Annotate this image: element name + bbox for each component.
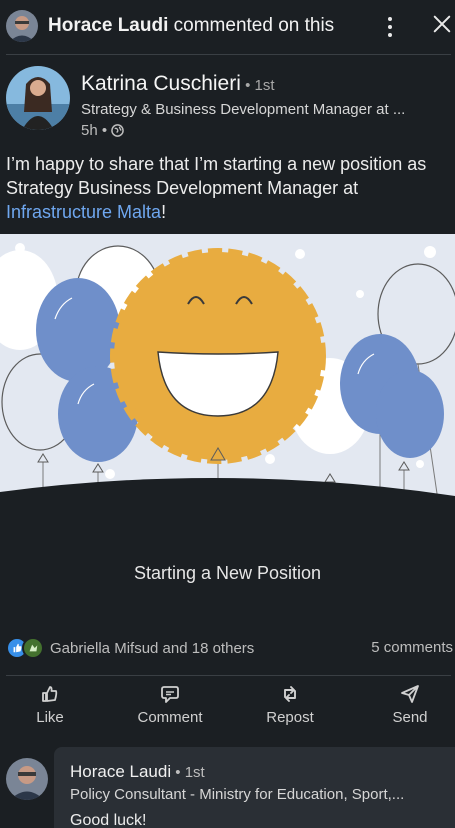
speech-bubble-icon xyxy=(161,686,179,703)
company-link[interactable]: Infrastructure Malta xyxy=(6,202,161,222)
comment-author-headline: Policy Consultant - Ministry for Educati… xyxy=(70,786,405,803)
comment-author-avatar[interactable] xyxy=(6,758,48,800)
send-button[interactable]: Send xyxy=(365,684,455,734)
new-position-illustration[interactable] xyxy=(0,234,455,524)
notification-title: Horace Laudi commented on this xyxy=(48,15,334,37)
kebab-icon[interactable] xyxy=(380,14,400,40)
commenter-name[interactable]: Horace Laudi xyxy=(48,15,168,36)
thumbs-up-icon xyxy=(42,686,58,702)
notification-header: Horace Laudi commented on this xyxy=(0,0,455,54)
comment-author-name[interactable]: Horace Laudi • 1st xyxy=(70,762,205,782)
globe-icon xyxy=(111,124,124,137)
comment-button[interactable]: Comment xyxy=(125,684,215,734)
post-meta: 5h • xyxy=(81,122,124,139)
divider xyxy=(6,675,451,676)
connection-degree: • 1st xyxy=(171,764,205,781)
repost-arrows-icon xyxy=(284,686,296,702)
comments-count[interactable]: 5 comments xyxy=(371,639,453,656)
like-button[interactable]: Like xyxy=(5,684,95,734)
comment-text: Good luck! xyxy=(70,812,147,828)
notification-action: commented on this xyxy=(168,15,335,36)
reactors-text[interactable]: Gabriella Mifsud and 18 others xyxy=(50,640,254,657)
celebrate-reaction-icon xyxy=(22,637,44,659)
comment-label: Comment xyxy=(137,709,203,726)
action-bar: Like Comment Repost Send xyxy=(0,684,455,734)
author-headline: Strategy & Business Development Manager … xyxy=(81,101,406,118)
commenter-avatar[interactable] xyxy=(6,10,38,42)
close-icon[interactable] xyxy=(432,14,454,38)
post-time: 5h • xyxy=(81,122,108,139)
repost-button[interactable]: Repost xyxy=(245,684,335,734)
connection-degree: • 1st xyxy=(240,77,275,94)
like-label: Like xyxy=(36,709,64,726)
paper-plane-icon xyxy=(401,685,419,703)
author-avatar[interactable] xyxy=(6,66,70,130)
send-label: Send xyxy=(392,709,428,726)
reactions-summary[interactable]: Gabriella Mifsud and 18 others xyxy=(6,636,254,660)
divider xyxy=(6,54,451,55)
post-body: I’m happy to share that I’m starting a n… xyxy=(6,154,427,222)
author-name[interactable]: Katrina Cuschieri • 1st xyxy=(81,72,275,96)
repost-label: Repost xyxy=(266,709,314,726)
card-caption: Starting a New Position xyxy=(133,563,322,583)
